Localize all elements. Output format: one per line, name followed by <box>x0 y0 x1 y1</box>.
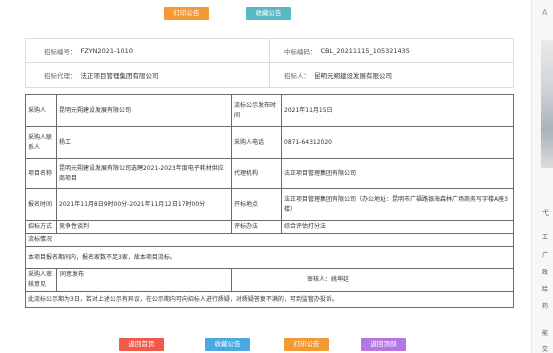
bid-agent-label: 招标代理： <box>44 72 77 80</box>
bid-number-value: FZYN2021-1010 <box>80 46 133 55</box>
method-value: 竞争性谈判 <box>56 220 232 234</box>
purchaser-label: 采购人 <box>25 94 57 127</box>
eval-label: 评标办法 <box>231 220 282 234</box>
collect-button[interactable]: 收藏公告 <box>246 7 291 20</box>
bid-info-box: 招标编号： FZYN2021-1010 中标编码： CBL_20211115_1… <box>25 38 514 88</box>
reason-label: 流标情况 <box>25 233 514 247</box>
table-row: 本项目报名期间内，报名家数不足3家，故本项目流标。 <box>25 246 514 269</box>
sidebar-link[interactable]: 药 <box>542 301 548 310</box>
table-row: 流标情况 <box>25 233 514 247</box>
method-label: 招标方式 <box>25 220 57 234</box>
opinion-label: 采购人审核意见 <box>26 269 57 291</box>
purchaser-value: 昆明元朔建设发展有限公司 <box>56 94 232 127</box>
sidebar-link[interactable]: 给 <box>542 284 548 293</box>
reason-value: 本项目报名期间内，报名家数不足3家，故本项目流标。 <box>25 246 514 269</box>
opinion-value: 同意发布 <box>60 271 85 278</box>
bid-agent-value: 法正项目管理集团有限公司 <box>80 72 159 80</box>
table-row: 报名时间 2021年11月8日9时00分-2021年11月12日17时00分 开… <box>25 188 514 221</box>
print-button[interactable]: 打印公告 <box>164 7 209 20</box>
print-button-bottom[interactable]: 打印公告 <box>284 338 329 351</box>
right-sidebar: A 弋 工 广 政 给 药 能 交 <box>531 0 553 353</box>
sidebar-link[interactable]: 政 <box>542 267 548 276</box>
project-label: 项目名称 <box>25 158 57 189</box>
win-number-label: 中标编码： <box>284 47 317 56</box>
eval-value: 综合评估打分法 <box>281 220 514 234</box>
table-row: 此流标公示期为3日，若对上述公示有异议，在公示期内可向招标人进行质疑，对质疑答复… <box>25 291 514 308</box>
reviewer-value: 姚坤廷 <box>331 276 350 283</box>
notice-text: 此流标公示期为3日，若对上述公示有异议，在公示期内可向招标人进行质疑，对质疑答复… <box>25 291 514 308</box>
sidebar-fragment: A <box>542 8 548 17</box>
back-top-button[interactable]: 返回顶部 <box>361 338 406 351</box>
bid-agent: 招标代理： 法正项目管理集团有限公司 <box>44 63 159 87</box>
project-value: 昆明元朔建设发展有限公司选聘2021-2023年度电子耗材供应商项目 <box>56 158 232 189</box>
place-label: 开标地点 <box>231 188 282 221</box>
contact-label: 采购人联系人 <box>25 126 57 159</box>
agency-value: 法正项目管理集团有限公司 <box>281 158 514 189</box>
contact-value: 杨工 <box>56 126 232 159</box>
win-number: 中标编码： CBL_20211115_105321435 <box>284 39 410 62</box>
collect-button-bottom[interactable]: 收藏公告 <box>205 338 250 351</box>
sidebar-banner-image <box>541 40 553 168</box>
sidebar-link[interactable]: 工 <box>542 232 548 241</box>
pubtime-value: 2021年11月15日 <box>281 94 514 127</box>
agency-label: 代理机构 <box>231 158 282 189</box>
phone-value: 0871-64312020 <box>281 126 514 159</box>
table-row: 采购人 昆明元朔建设发展有限公司 流标公示发布时间 2021年11月15日 <box>25 94 514 127</box>
info-divider <box>269 39 270 87</box>
table-row: 采购人审核意见 同意发布 审核人：姚坤廷 <box>25 268 514 292</box>
sidebar-link[interactable]: 交 <box>542 344 548 353</box>
detail-table: 采购人 昆明元朔建设发展有限公司 流标公示发布时间 2021年11月15日 采购… <box>25 94 514 308</box>
bid-number-label: 招标编号： <box>44 47 77 56</box>
bid-number: 招标编号： FZYN2021-1010 <box>44 39 133 62</box>
tenderer-label: 招标人： <box>284 72 310 80</box>
tenderer: 招标人： 昆明元朔建设发展有限公司 <box>284 63 392 87</box>
back-home-button[interactable]: 返回首页 <box>119 338 164 351</box>
sidebar-link[interactable]: 能 <box>542 328 548 337</box>
opinion-cell: 采购人审核意见 同意发布 <box>25 268 232 292</box>
signup-value: 2021年11月8日9时00分-2021年11月12日17时00分 <box>56 188 232 221</box>
win-number-value: CBL_20211115_105321435 <box>320 46 410 55</box>
table-row: 项目名称 昆明元朔建设发展有限公司选聘2021-2023年度电子耗材供应商项目 … <box>25 158 514 189</box>
reviewer-label: 审核人： <box>307 276 332 283</box>
pubtime-label: 流标公示发布时间 <box>231 94 282 127</box>
signup-label: 报名时间 <box>25 188 57 221</box>
table-row: 采购人联系人 杨工 采购人电话 0871-64312020 <box>25 126 514 159</box>
tenderer-value: 昆明元朔建设发展有限公司 <box>314 72 392 80</box>
place-value: 法正项目管理集团有限公司（办公地址：昆明市广福路银海森林广场商务写字楼A座3楼） <box>281 188 514 221</box>
phone-label: 采购人电话 <box>231 126 282 159</box>
table-row: 招标方式 竞争性谈判 评标办法 综合评估打分法 <box>25 220 514 234</box>
reviewer-cell: 审核人：姚坤廷 <box>231 268 514 292</box>
sidebar-heading-fragment: 弋 <box>542 209 549 217</box>
sidebar-link[interactable]: 广 <box>542 250 548 259</box>
